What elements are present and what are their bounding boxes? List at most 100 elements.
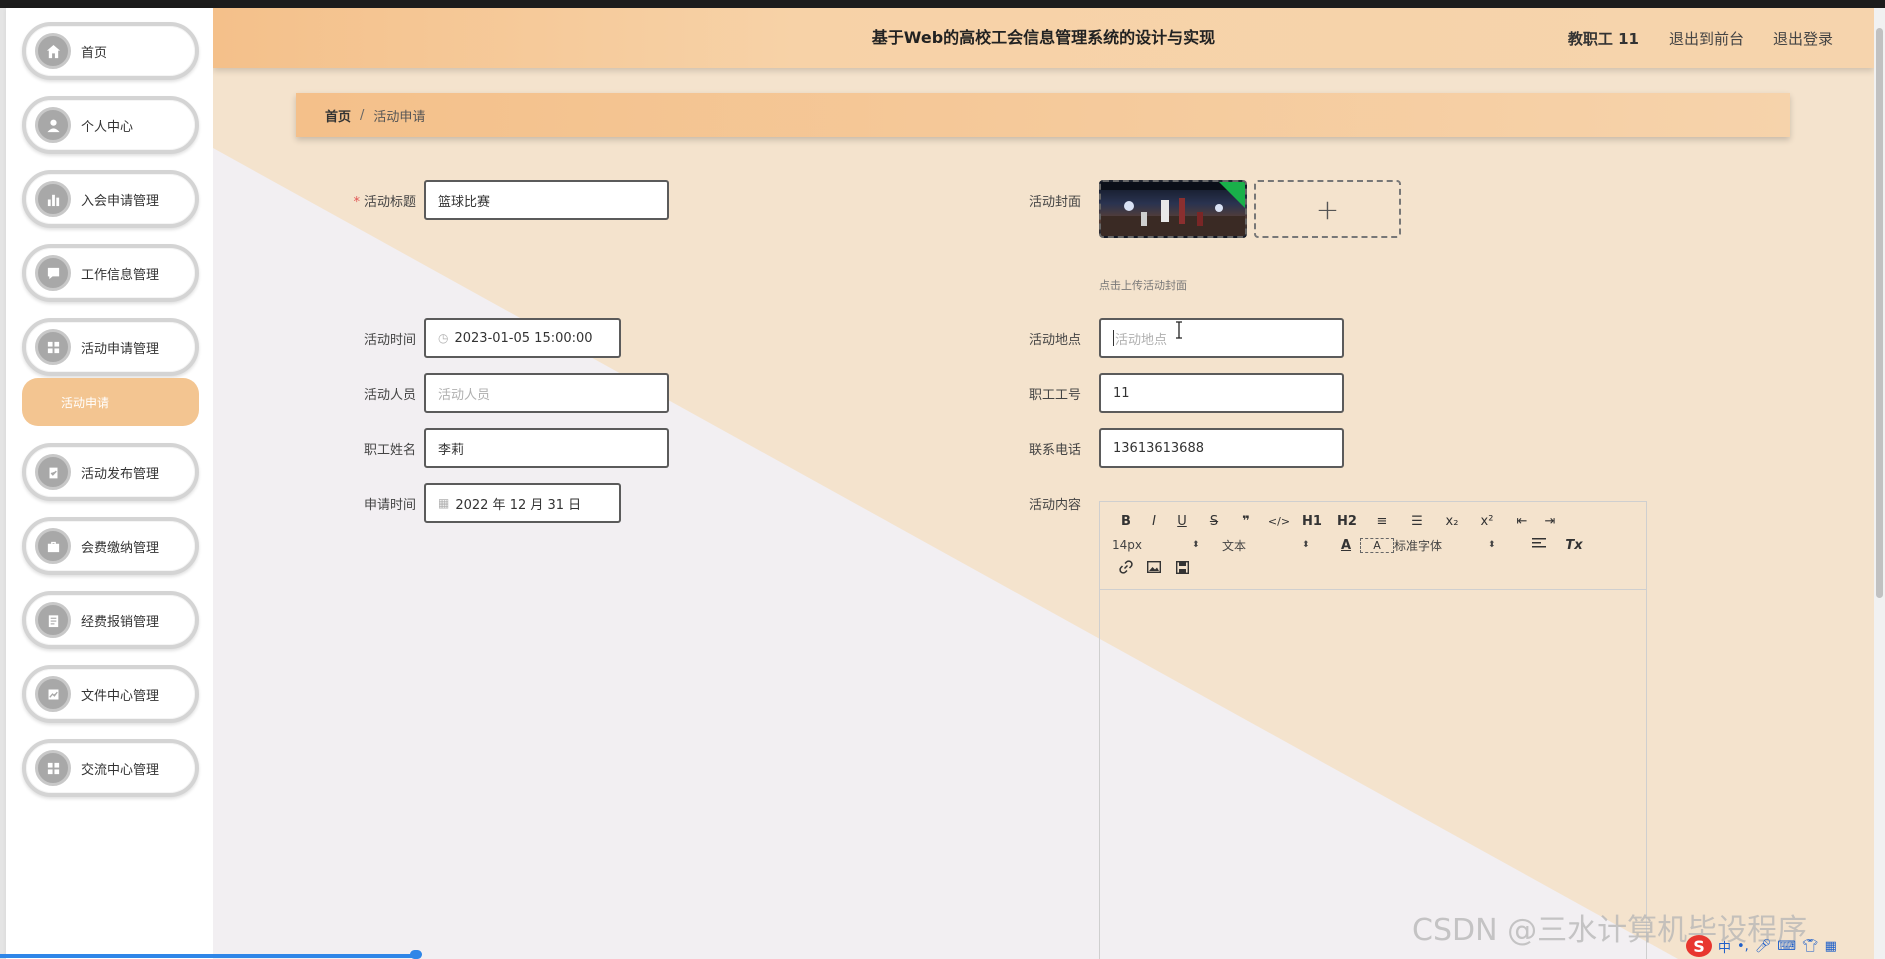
h1-button[interactable]: H1 <box>1298 514 1326 529</box>
user-icon <box>35 107 71 143</box>
vertical-scrollbar[interactable] <box>1874 8 1885 959</box>
cover-label: 活动封面 <box>1028 195 1081 210</box>
staff-name-label: 职工姓名 <box>363 443 416 458</box>
scrollbar-thumb[interactable] <box>1876 28 1883 598</box>
breadcrumb-home[interactable]: 首页 <box>325 106 351 125</box>
font-color-button[interactable]: A <box>1332 538 1360 553</box>
code-block-button[interactable]: </> <box>1260 515 1298 528</box>
clear-format-button[interactable]: Tx <box>1560 538 1588 553</box>
superscript-button[interactable]: x² <box>1466 514 1508 529</box>
video-icon <box>1175 560 1189 574</box>
ime-language[interactable]: 中 <box>1718 937 1731 956</box>
clipboard-check-icon <box>35 454 71 490</box>
background-color-button[interactable]: A <box>1360 537 1394 553</box>
sogou-logo-icon[interactable]: S <box>1686 935 1712 957</box>
menu-grid-icon[interactable]: ▦ <box>1825 939 1837 954</box>
people-input[interactable]: 活动人员 <box>424 373 669 413</box>
select-arrow-icon: ⬍ <box>1302 540 1310 550</box>
grid-icon <box>35 329 71 365</box>
sidebar-item-activity-publish[interactable]: 活动发布管理 <box>22 443 199 501</box>
staff-name-input[interactable]: 李莉 <box>424 428 669 468</box>
clock-icon: ◷ <box>438 331 449 345</box>
editor-toolbar: B I U S ❞ </> H1 H2 ≡ ☰ x₂ x² ⇤ ⇥ 14px ⬍ … <box>1100 502 1646 590</box>
keyboard-icon[interactable]: ⌨ <box>1777 939 1796 954</box>
staff-no-input[interactable]: 11 <box>1099 373 1344 413</box>
grid-icon <box>35 750 71 786</box>
outdent-button[interactable]: ⇤ <box>1508 514 1536 529</box>
chat-icon <box>35 255 71 291</box>
sidebar-item-activity-apply[interactable]: 活动申请管理 <box>22 318 199 376</box>
progress-knob[interactable] <box>410 950 422 959</box>
place-input[interactable]: 活动地点 <box>1099 318 1344 358</box>
clipboard-icon <box>35 602 71 638</box>
sidebar-item-exchange[interactable]: 交流中心管理 <box>22 739 199 797</box>
back-to-front-link[interactable]: 退出到前台 <box>1669 28 1744 49</box>
sidebar-item-files[interactable]: 文件中心管理 <box>22 665 199 723</box>
italic-button[interactable]: I <box>1140 514 1168 529</box>
text-caret <box>1113 330 1114 346</box>
punctuation-icon[interactable]: •, <box>1737 939 1749 954</box>
cover-image-thumbnail[interactable] <box>1099 180 1247 238</box>
select-arrow-icon: ⬍ <box>1192 540 1200 550</box>
font-family-select[interactable]: 标准字体 ⬍ <box>1394 537 1518 554</box>
sidebar-item-work[interactable]: 工作信息管理 <box>22 244 199 302</box>
header-select[interactable]: 文本 ⬍ <box>1222 537 1332 554</box>
bold-button[interactable]: B <box>1112 514 1140 529</box>
link-button[interactable] <box>1112 560 1140 578</box>
briefcase-icon <box>35 528 71 564</box>
h2-button[interactable]: H2 <box>1326 514 1368 529</box>
sidebar-item-label: 入会申请管理 <box>81 193 160 209</box>
title-input[interactable]: 篮球比赛 <box>424 180 669 220</box>
breadcrumb-current: 活动申请 <box>373 109 426 125</box>
logout-link[interactable]: 退出登录 <box>1773 28 1833 49</box>
link-icon <box>1119 560 1133 574</box>
ordered-list-button[interactable]: ≡ <box>1368 514 1396 529</box>
sidebar-item-home[interactable]: 首页 <box>22 22 199 80</box>
sidebar-item-fees[interactable]: 会费缴纳管理 <box>22 517 199 575</box>
image-button[interactable] <box>1140 560 1168 577</box>
calendar-icon: ▦ <box>438 496 450 510</box>
align-button[interactable] <box>1518 537 1560 553</box>
content-label: 活动内容 <box>1028 498 1081 513</box>
bar-chart-icon <box>35 181 71 217</box>
blockquote-button[interactable]: ❞ <box>1232 514 1260 529</box>
indent-button[interactable]: ⇥ <box>1536 514 1564 529</box>
cover-upload-button[interactable]: + <box>1254 180 1401 238</box>
sidebar-item-label: 工作信息管理 <box>81 267 160 283</box>
breadcrumb-separator: / <box>360 107 365 123</box>
sidebar-item-label: 活动申请管理 <box>81 341 160 357</box>
strike-button[interactable]: S <box>1196 514 1232 529</box>
sidebar: 首页 个人中心 入会申请管理 工作信息管理 活动申请管理 活动申请 活动发布管理… <box>6 8 213 959</box>
horizontal-progress-bar <box>0 954 420 958</box>
font-size-select[interactable]: 14px ⬍ <box>1112 538 1222 552</box>
sidebar-subitem-activity-apply[interactable]: 活动申请 <box>22 378 199 426</box>
sidebar-item-expense[interactable]: 经费报销管理 <box>22 591 199 649</box>
cover-upload-tip: 点击上传活动封面 <box>1099 279 1187 292</box>
sidebar-item-label: 个人中心 <box>81 119 134 135</box>
align-left-icon <box>1532 538 1546 548</box>
required-mark: * <box>353 195 360 210</box>
sidebar-item-membership[interactable]: 入会申请管理 <box>22 170 199 228</box>
window-top-strip <box>0 0 1885 8</box>
breadcrumb: 首页 / 活动申请 <box>296 93 1790 137</box>
skin-icon[interactable]: 👕︎ <box>1802 939 1819 954</box>
place-label: 活动地点 <box>1028 333 1081 348</box>
mouse-ibeam-cursor <box>1176 321 1182 339</box>
image-chart-icon <box>35 676 71 712</box>
underline-button[interactable]: U <box>1168 514 1196 529</box>
sidebar-item-label: 会费缴纳管理 <box>81 540 160 556</box>
subscript-button[interactable]: x₂ <box>1438 514 1466 529</box>
bullet-list-button[interactable]: ☰ <box>1396 514 1438 529</box>
current-user: 教职工 11 <box>1567 29 1639 48</box>
sidebar-item-label: 首页 <box>81 45 108 61</box>
phone-input[interactable]: 13613613688 <box>1099 428 1344 468</box>
video-button[interactable] <box>1168 560 1196 578</box>
select-arrow-icon: ⬍ <box>1488 540 1496 550</box>
title-label: * 活动标题 <box>353 195 416 210</box>
microphone-icon[interactable]: 🎤︎ <box>1755 939 1772 954</box>
activity-time-picker[interactable]: ◷ 2023-01-05 15:00:00 <box>424 318 621 358</box>
sidebar-item-label: 交流中心管理 <box>81 762 160 778</box>
sidebar-item-profile[interactable]: 个人中心 <box>22 96 199 154</box>
main-content: 基于Web的高校工会信息管理系统的设计与实现 教职工 11 退出到前台 退出登录… <box>213 8 1874 959</box>
apply-date-picker[interactable]: ▦ 2022 年 12 月 31 日 <box>424 483 621 523</box>
